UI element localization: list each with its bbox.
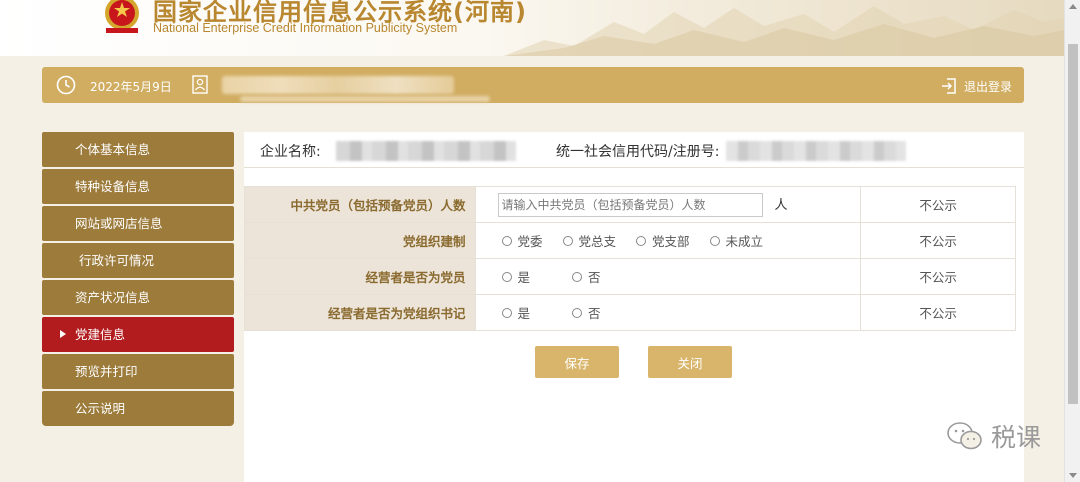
radio-circle-icon[interactable]: [572, 307, 583, 318]
sidebar-item-assets[interactable]: 资产状况信息: [42, 280, 234, 315]
radio-circle-icon[interactable]: [501, 271, 512, 282]
sidebar-item-label: 网站或网店信息: [75, 216, 163, 231]
unit-label: 人: [774, 197, 788, 213]
scroll-thumb[interactable]: [1068, 44, 1078, 404]
form-row-org-structure: 党组织建制 党委 党总支 党支部 未成立 不公示: [244, 222, 1016, 259]
logout-label: 退出登录: [964, 79, 1013, 94]
sidebar-item-label: 党建信息: [75, 327, 126, 342]
radio-circle-icon[interactable]: [501, 307, 512, 318]
sidebar-nav: 个体基本信息 特种设备信息 网站或网店信息 行政许可情况 资产状况信息 党建信息…: [42, 132, 234, 428]
clock-icon: [56, 75, 76, 95]
party-building-form: 中共党员（包括预备党员）人数 人 不公示 党组织建制 党委 党总支 党支部 未成…: [244, 186, 1016, 331]
publicity-status: 不公示: [860, 258, 1016, 295]
radio-party-committee[interactable]: 党委: [501, 231, 543, 250]
radio-label: 党支部: [652, 234, 690, 249]
header-banner: 国家企业信用信息公示系统(河南) National Enterprise Cre…: [0, 0, 1064, 56]
radio-no[interactable]: 否: [572, 303, 601, 322]
system-subtitle: National Enterprise Credit Information P…: [153, 21, 458, 35]
radio-label: 是: [517, 306, 531, 321]
form-row-operator-secretary: 经营者是否为党组织书记 是 否 不公示: [244, 294, 1016, 331]
form-row-operator-member: 经营者是否为党员 是 否 不公示: [244, 258, 1016, 295]
publicity-status: 不公示: [860, 222, 1016, 259]
sidebar-item-label: 公示说明: [75, 401, 126, 416]
watermark: 税课: [945, 418, 1041, 454]
radio-label: 党委: [517, 234, 543, 249]
radio-yes[interactable]: 是: [501, 267, 531, 286]
radio-circle-icon[interactable]: [636, 235, 647, 246]
redacted-user-name: [222, 76, 454, 94]
sidebar-item-label: 个体基本信息: [75, 142, 151, 157]
save-button[interactable]: 保存: [535, 346, 619, 378]
radio-label: 否: [588, 306, 601, 321]
redacted-user-extra: [240, 96, 490, 102]
sidebar-item-website-shop[interactable]: 网站或网店信息: [42, 206, 234, 241]
watermark-text: 税课: [991, 423, 1042, 452]
operator-secretary-options: 是 否: [474, 294, 862, 331]
redacted-company-name: [336, 141, 516, 161]
radio-label: 否: [588, 270, 601, 285]
redacted-credit-code: [726, 141, 906, 161]
field-label: 党组织建制: [244, 222, 476, 259]
sidebar-item-preview-print[interactable]: 预览并打印: [42, 354, 234, 389]
operator-member-options: 是 否: [474, 258, 862, 295]
logout-button[interactable]: 退出登录: [940, 76, 1012, 96]
close-button[interactable]: 关闭: [648, 346, 732, 378]
radio-circle-icon[interactable]: [709, 235, 720, 246]
sidebar-item-basic-info[interactable]: 个体基本信息: [42, 132, 234, 167]
sidebar-item-party-building[interactable]: 党建信息: [42, 317, 234, 352]
field-label: 经营者是否为党组织书记: [244, 294, 476, 331]
member-count-input[interactable]: [497, 192, 763, 217]
mountain-illustration: [504, 6, 1064, 56]
field-label: 经营者是否为党员: [244, 258, 476, 295]
scroll-down-icon[interactable]: [1069, 473, 1077, 478]
radio-branch[interactable]: 党支部: [636, 231, 690, 250]
scroll-up-icon[interactable]: [1069, 4, 1077, 9]
publicity-status: 不公示: [860, 294, 1016, 331]
field-label: 中共党员（包括预备党员）人数: [244, 186, 476, 223]
sidebar-item-label: 行政许可情况: [79, 253, 155, 268]
form-row-member-count: 中共党员（包括预备党员）人数 人 不公示: [244, 186, 1016, 223]
current-date: 2022年5月9日: [90, 80, 172, 94]
logout-icon: [942, 78, 956, 94]
vertical-scrollbar[interactable]: [1064, 0, 1080, 482]
chat-bubble-icon: [947, 422, 982, 450]
national-emblem-icon: [105, 0, 139, 33]
radio-not-established[interactable]: 未成立: [709, 231, 764, 250]
radio-circle-icon[interactable]: [572, 271, 583, 282]
publicity-status: 不公示: [860, 186, 1016, 223]
active-arrow-icon: [60, 330, 66, 338]
radio-no[interactable]: 否: [572, 267, 601, 286]
radio-circle-icon[interactable]: [562, 235, 573, 246]
radio-circle-icon[interactable]: [501, 235, 512, 246]
radio-label: 未成立: [725, 234, 764, 249]
radio-label: 是: [517, 270, 531, 285]
radio-label: 党总支: [578, 234, 617, 249]
sidebar-item-label: 特种设备信息: [75, 179, 151, 194]
sidebar-item-publicity-notes[interactable]: 公示说明: [42, 391, 234, 426]
org-structure-options: 党委 党总支 党支部 未成立: [474, 222, 862, 259]
sidebar-item-admin-license[interactable]: 行政许可情况: [42, 243, 234, 278]
main-panel: 企业名称: 统一社会信用代码/注册号: 中共党员（包括预备党员）人数 人 不公示…: [244, 132, 1024, 482]
user-info-bar: [42, 67, 1024, 103]
sidebar-item-special-equipment[interactable]: 特种设备信息: [42, 169, 234, 204]
credit-code-label: 统一社会信用代码/注册号:: [556, 144, 720, 160]
company-name-label: 企业名称:: [260, 144, 321, 160]
sidebar-item-label: 预览并打印: [75, 364, 138, 379]
radio-yes[interactable]: 是: [501, 303, 531, 322]
member-count-cell: 人: [474, 186, 862, 223]
user-card-icon: [192, 75, 208, 94]
sidebar-item-label: 资产状况信息: [75, 290, 151, 305]
radio-general-branch[interactable]: 党总支: [562, 231, 617, 250]
company-info-row: 企业名称: 统一社会信用代码/注册号:: [244, 132, 1024, 168]
